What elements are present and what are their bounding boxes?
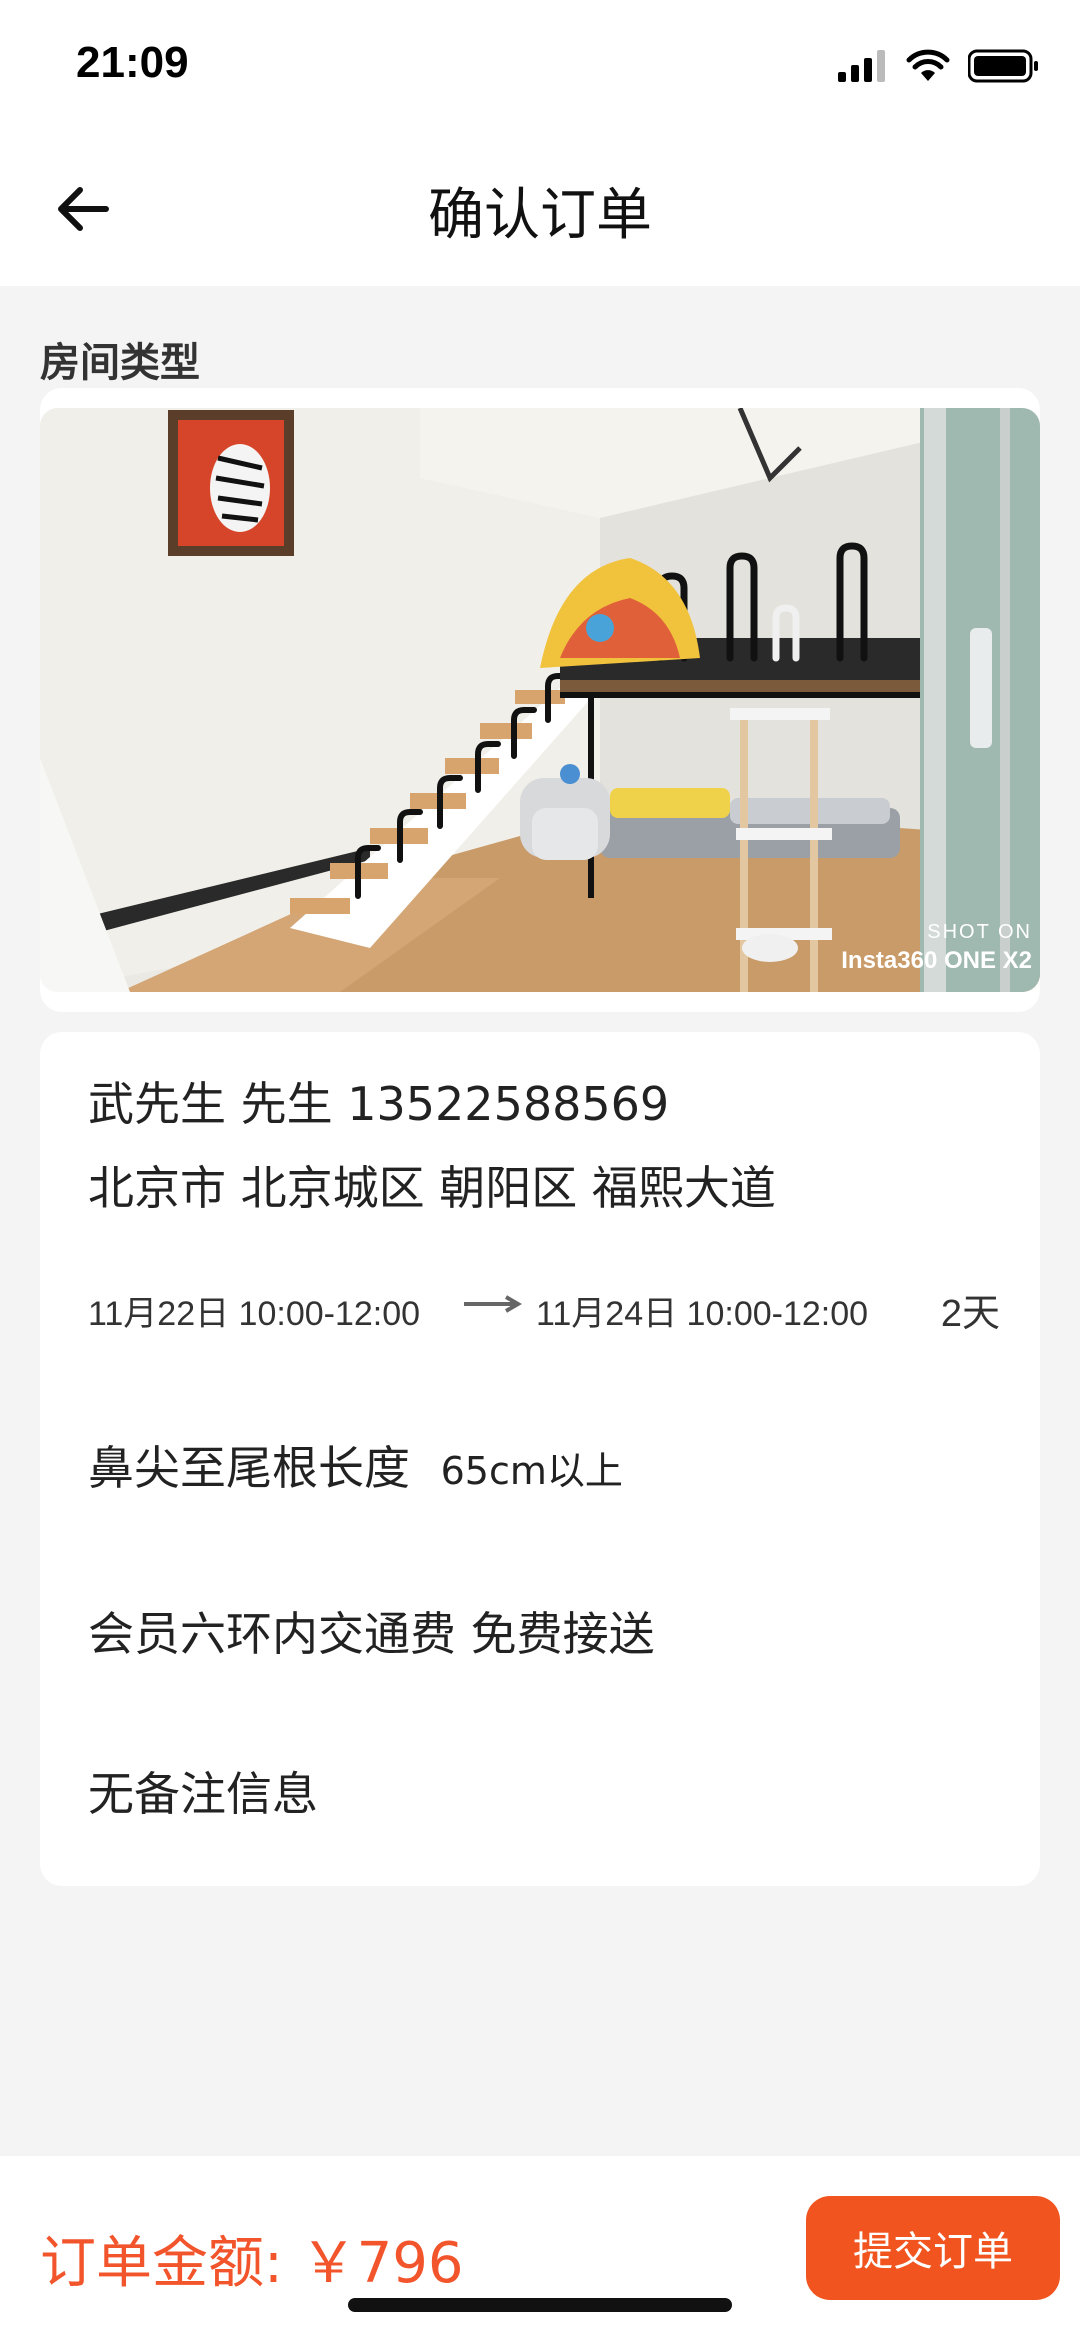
right-arrow-icon	[464, 1295, 522, 1313]
wifi-icon	[906, 49, 950, 81]
address-info: 北京市 北京城区 朝阳区 福熙大道	[88, 1161, 776, 1215]
order-info-card: 武先生 先生 13522588569 北京市 北京城区 朝阳区 福熙大道 11月…	[40, 1032, 1040, 1886]
duration: 2天	[940, 1293, 1000, 1335]
status-icons	[838, 46, 1040, 86]
room-photo[interactable]: SHOT ON Insta360 ONE X2	[40, 408, 1040, 992]
photo-caption-line-2: Insta360 ONE X2	[841, 947, 1032, 974]
status-bar: 21:09	[0, 0, 1080, 130]
transport-info: 会员六环内交通费 免费接送	[88, 1607, 655, 1661]
contact-info: 武先生 先生 13522588569	[88, 1077, 670, 1131]
order-amount: 订单金额: ￥796	[40, 2231, 464, 2296]
end-date: 11月24日 10:00-12:00	[536, 1295, 869, 1333]
nav-bar: 确认订单	[0, 130, 1080, 286]
submit-order-button[interactable]: 提交订单	[806, 2196, 1060, 2300]
size-label: 鼻尖至尾根长度	[88, 1441, 410, 1495]
battery-icon	[968, 49, 1038, 83]
size-row: 鼻尖至尾根长度 65cm以上	[88, 1432, 623, 1498]
room-type-label: 房间类型	[40, 340, 200, 386]
start-date: 11月22日 10:00-12:00	[88, 1295, 421, 1333]
remark-info: 无备注信息	[88, 1767, 318, 1821]
room-image-card: SHOT ON Insta360 ONE X2	[40, 388, 1040, 1012]
date-range-row: 11月22日 10:00-12:00 11月24日 10:00-12:00 2天	[88, 1276, 1000, 1336]
page-title: 确认订单	[428, 183, 652, 248]
size-value: 65cm以上	[440, 1449, 623, 1493]
home-indicator	[348, 2298, 732, 2312]
cellular-signal-icon	[838, 50, 885, 82]
photo-caption-line-1: SHOT ON	[927, 921, 1032, 943]
status-time: 21:09	[76, 38, 189, 87]
